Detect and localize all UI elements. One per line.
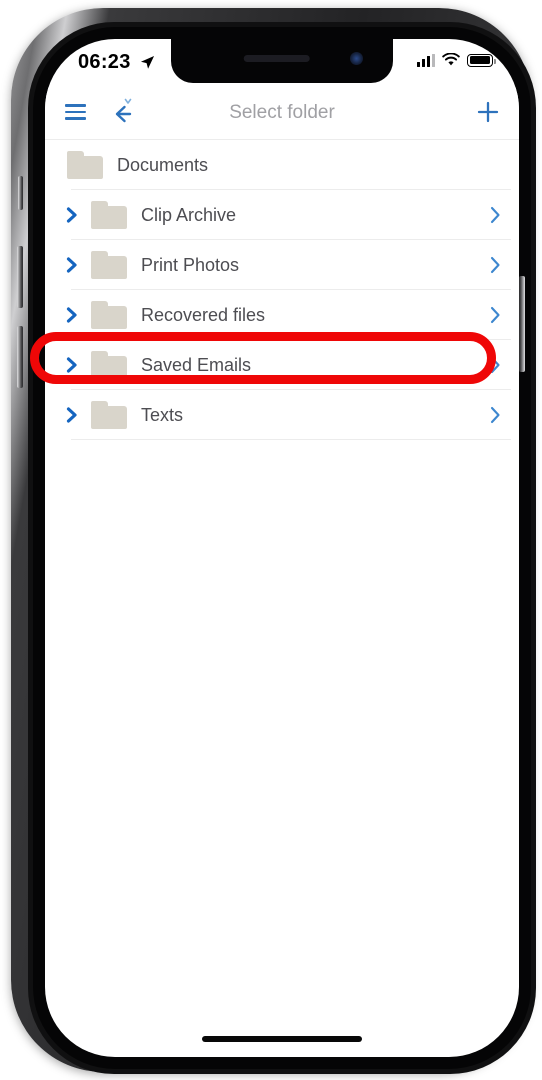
list-item-label: Saved Emails [141,354,252,375]
list-item[interactable]: Print Photos [45,240,519,290]
chevron-right-icon[interactable] [487,405,503,425]
chevron-right-expand-icon[interactable] [57,306,87,324]
row-separator [71,439,511,440]
cellular-signal-icon [417,53,435,67]
earpiece-speaker-icon [243,55,310,62]
home-indicator [202,1036,362,1042]
chevron-right-expand-icon[interactable] [57,406,87,424]
back-arrow-icon[interactable] [103,95,139,131]
folder-icon [67,151,105,179]
chevron-right-icon[interactable] [487,305,503,325]
power-button[interactable] [519,276,525,372]
app-header-bar: Select folder [45,87,519,140]
list-item[interactable]: Clip Archive [45,190,519,240]
phone-frame-outer: 06:23 Select folder Documents Clip Archi… [11,8,536,1074]
chevron-right-expand-icon[interactable] [57,256,87,274]
plus-icon[interactable] [475,99,501,125]
silent-switch-button[interactable] [18,176,23,210]
list-item[interactable]: Recovered files [45,290,519,340]
breadcrumb-row-documents[interactable]: Documents [45,140,519,190]
list-item-label: Recovered files [141,304,266,325]
list-item-label: Print Photos [141,254,240,275]
chevron-right-expand-icon[interactable] [57,356,87,374]
folder-icon [91,301,129,329]
list-item-label: Texts [141,404,184,425]
chevron-right-icon[interactable] [487,205,503,225]
list-item-label: Clip Archive [141,204,237,225]
volume-up-button[interactable] [17,246,23,308]
wifi-icon [442,53,460,66]
display-notch [171,39,393,83]
battery-full-icon [467,53,496,67]
chevron-right-icon[interactable] [487,355,503,375]
folder-icon [91,201,129,229]
list-item[interactable]: Texts [45,390,519,440]
status-indicators [417,53,496,67]
volume-down-button[interactable] [17,326,23,388]
folder-icon [91,401,129,429]
location-arrow-icon [140,55,155,69]
front-camera-icon [350,52,363,65]
status-time: 06:23 [78,51,131,73]
chevron-right-expand-icon[interactable] [57,206,87,224]
hamburger-menu-icon[interactable] [65,104,86,120]
list-item-saved-emails[interactable]: Saved Emails [45,340,519,390]
folder-list: Documents Clip Archive Print Photos Reco… [45,140,519,440]
breadcrumb-label: Documents [117,154,209,175]
chevron-right-icon[interactable] [487,255,503,275]
folder-icon [91,251,129,279]
screenshot-stage: 06:23 Select folder Documents Clip Archi… [0,0,542,1080]
phone-screen: 06:23 Select folder Documents Clip Archi… [45,39,519,1057]
folder-icon [91,351,129,379]
